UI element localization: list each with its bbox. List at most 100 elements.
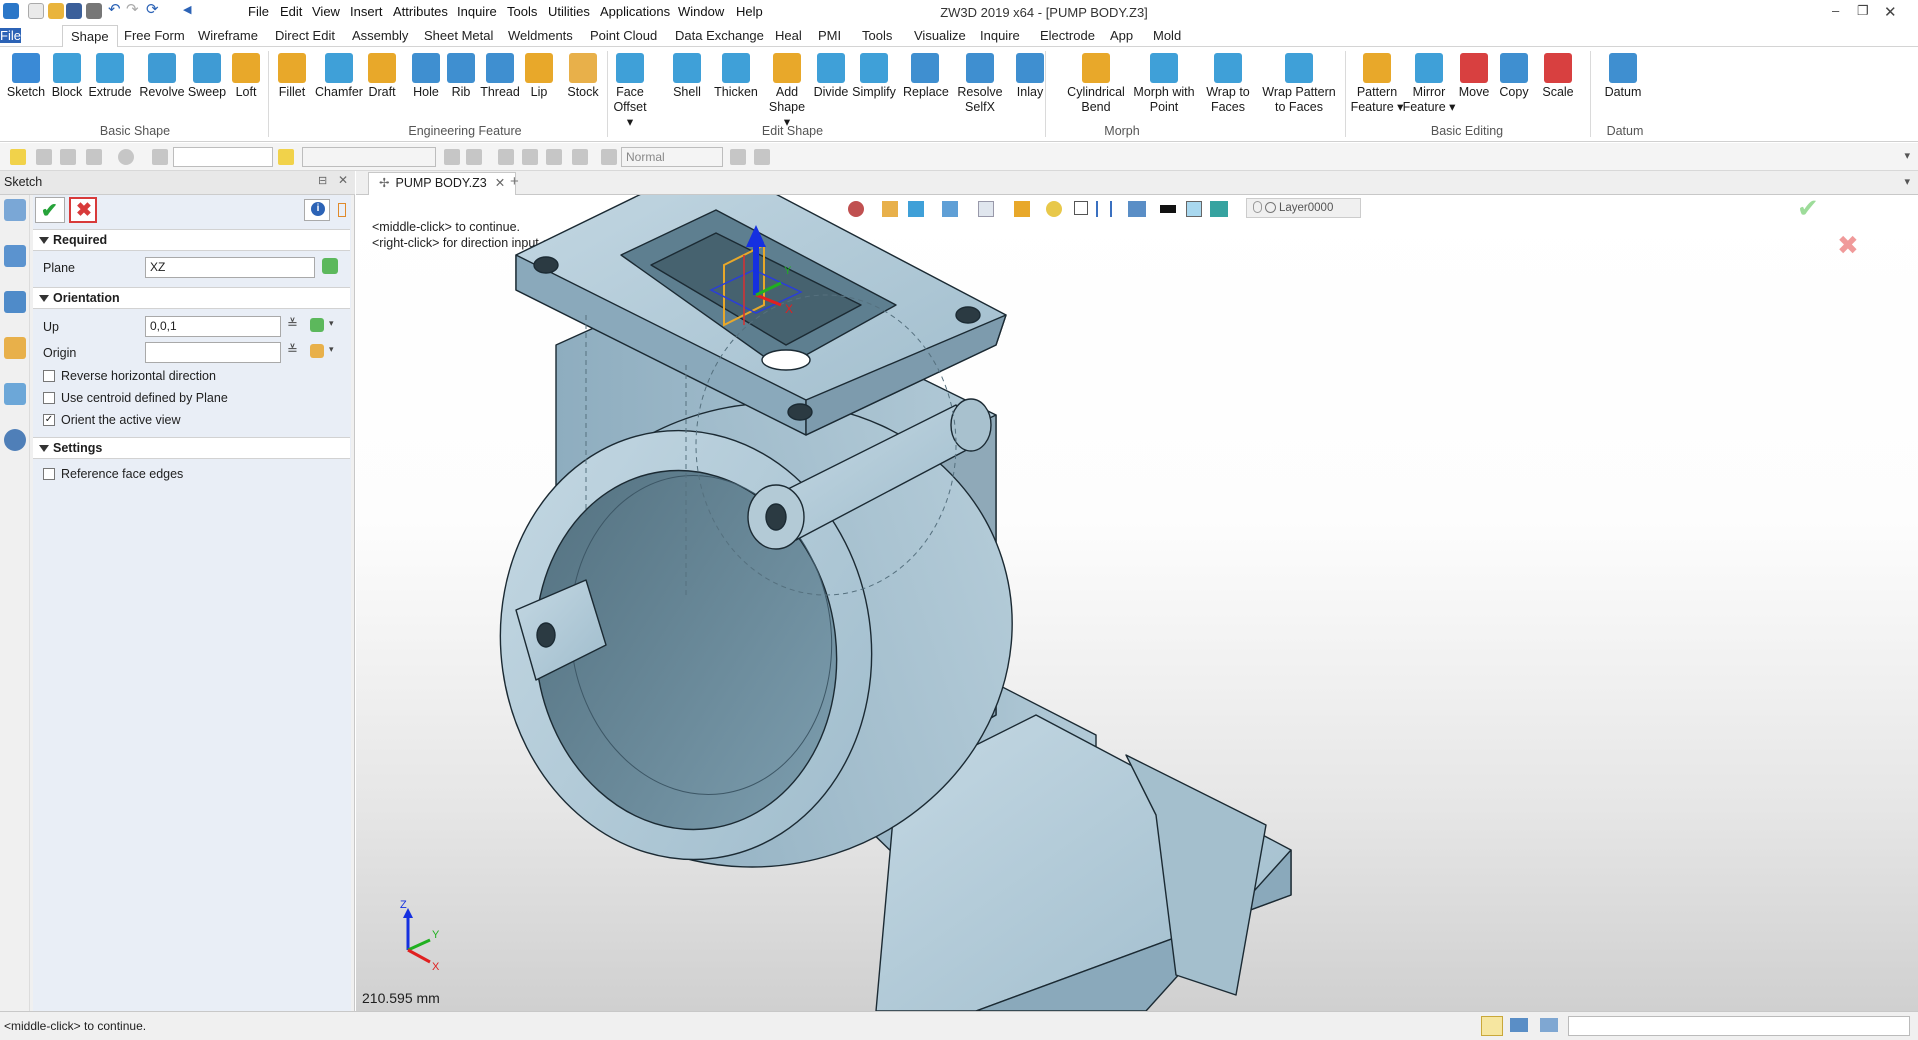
- sweep-button[interactable]: Sweep: [186, 53, 228, 100]
- pick-combo[interactable]: [302, 147, 436, 167]
- pin-icon[interactable]: [572, 149, 588, 165]
- snap2-icon[interactable]: [466, 149, 482, 165]
- up-expand-icon[interactable]: ≚: [287, 316, 298, 332]
- tab-pmi[interactable]: PMI: [818, 28, 841, 43]
- datum-button[interactable]: Datum: [1598, 53, 1648, 100]
- view-manager-icon[interactable]: [4, 383, 26, 405]
- cancel-button[interactable]: ✖: [69, 197, 97, 223]
- info-button[interactable]: i: [304, 199, 330, 221]
- wrap-pattern-button[interactable]: Wrap Pattern to Faces: [1262, 53, 1336, 115]
- tab-data-exchange[interactable]: Data Exchange: [675, 28, 764, 43]
- cursor-icon[interactable]: [730, 149, 746, 165]
- thicken-button[interactable]: Thicken: [712, 53, 760, 100]
- wrap-faces-button[interactable]: Wrap to Faces: [1203, 53, 1253, 115]
- plane-field[interactable]: XZ: [145, 257, 315, 278]
- add-shape-button[interactable]: Add Shape ▾: [768, 53, 806, 130]
- lip-button[interactable]: Lip: [524, 53, 554, 100]
- new-tab-icon[interactable]: +: [510, 173, 519, 190]
- origin-pick-icon[interactable]: [310, 344, 324, 358]
- section-required[interactable]: Required: [33, 229, 350, 251]
- chamfer-button[interactable]: Chamfer: [312, 53, 366, 100]
- accept-button[interactable]: ✔: [35, 197, 65, 223]
- 3d-viewport[interactable]: <middle-click> to continue. <right-click…: [356, 193, 1918, 1011]
- tab-file[interactable]: File: [0, 28, 21, 43]
- fillet-button[interactable]: Fillet: [274, 53, 310, 100]
- section-settings[interactable]: Settings: [33, 437, 350, 459]
- tab-wireframe[interactable]: Wireframe: [198, 28, 258, 43]
- draft-button[interactable]: Draft: [364, 53, 400, 100]
- tab-electrode[interactable]: Electrode: [1040, 28, 1095, 43]
- smart-pick-icon[interactable]: [278, 149, 294, 165]
- copy-button[interactable]: Copy: [1496, 53, 1532, 100]
- user-icon[interactable]: [4, 429, 26, 451]
- origin-expand-icon[interactable]: ≚: [287, 342, 298, 358]
- tab-inquire[interactable]: Inquire: [980, 28, 1020, 43]
- shell-button[interactable]: Shell: [669, 53, 705, 100]
- cylindrical-bend-button[interactable]: Cylindrical Bend: [1060, 53, 1132, 115]
- pick-plus-icon[interactable]: [36, 149, 52, 165]
- tab-heal[interactable]: Heal: [775, 28, 802, 43]
- snap-icon[interactable]: [444, 149, 460, 165]
- rib-button[interactable]: Rib: [444, 53, 478, 100]
- lasso-icon[interactable]: [118, 149, 134, 165]
- snap-mode-icon[interactable]: [1481, 1016, 1503, 1036]
- up-pick-icon[interactable]: [310, 318, 324, 332]
- simplify-button[interactable]: Simplify: [851, 53, 897, 100]
- face-offset-button[interactable]: Face Offset ▾: [610, 53, 650, 130]
- up-field[interactable]: 0,0,1: [145, 316, 281, 337]
- tab-shape[interactable]: Shape: [62, 25, 118, 48]
- part-icon[interactable]: [4, 337, 26, 359]
- section-orientation[interactable]: Orientation: [33, 287, 350, 309]
- pick-minus-icon[interactable]: [60, 149, 76, 165]
- tab-mold[interactable]: Mold: [1153, 28, 1181, 43]
- divide-button[interactable]: Divide: [812, 53, 850, 100]
- tab-assembly[interactable]: Assembly: [352, 28, 408, 43]
- document-tab[interactable]: ✢ PUMP BODY.Z3 ✕: [368, 172, 517, 195]
- replace-button[interactable]: Replace: [903, 53, 949, 100]
- move-button[interactable]: Move: [1456, 53, 1492, 100]
- assembly-tree-icon[interactable]: [4, 291, 26, 313]
- filter-level-combo[interactable]: Normal: [621, 147, 723, 167]
- origin-dropdown-icon[interactable]: ▾: [329, 344, 334, 355]
- settings-cursor-icon[interactable]: [754, 149, 770, 165]
- reverse-horizontal-checkbox[interactable]: [43, 370, 55, 382]
- tab-direct-edit[interactable]: Direct Edit: [275, 28, 335, 43]
- window-layout-icon[interactable]: [1540, 1018, 1558, 1032]
- restore-icon[interactable]: ❐: [1857, 3, 1869, 19]
- origin-field[interactable]: [145, 342, 281, 363]
- thread-button[interactable]: Thread: [478, 53, 522, 100]
- extrude-button[interactable]: Extrude: [86, 53, 134, 100]
- command-input[interactable]: [1568, 1016, 1910, 1036]
- reference-face-edges-checkbox[interactable]: [43, 468, 55, 480]
- sketch-mode-icon[interactable]: [4, 199, 26, 221]
- minimize-icon[interactable]: –: [1832, 3, 1839, 18]
- up-dropdown-icon[interactable]: ▾: [329, 318, 334, 329]
- tab-sheet-metal[interactable]: Sheet Metal: [424, 28, 493, 43]
- panel-close-icon[interactable]: ✕: [338, 173, 348, 187]
- select-arrow-icon[interactable]: [10, 149, 26, 165]
- tab-visualize[interactable]: Visualize: [914, 28, 966, 43]
- mirror-feature-button[interactable]: Mirror Feature ▾: [1402, 53, 1456, 115]
- orient-view-checkbox[interactable]: ✓: [43, 414, 55, 426]
- sketch-button[interactable]: Sketch: [6, 53, 46, 100]
- panel-expand-icon[interactable]: [338, 203, 346, 217]
- morph-point-button[interactable]: Morph with Point: [1130, 53, 1198, 115]
- panel-pin-icon[interactable]: ⊟: [318, 174, 327, 187]
- resolve-selfx-button[interactable]: Resolve SelfX: [957, 53, 1003, 115]
- stock-button[interactable]: Stock: [564, 53, 602, 100]
- tab-app[interactable]: App: [1110, 28, 1133, 43]
- filter-combo[interactable]: [173, 147, 273, 167]
- ribbon-collapse-icon[interactable]: ▾: [1904, 149, 1910, 162]
- close-window-icon[interactable]: ✕: [1884, 3, 1897, 21]
- loft-button[interactable]: Loft: [228, 53, 264, 100]
- plane-pick-icon[interactable]: [322, 258, 338, 274]
- monitor-icon[interactable]: [1510, 1018, 1528, 1032]
- filter-icon[interactable]: [152, 149, 168, 165]
- revolve-button[interactable]: Revolve: [138, 53, 186, 100]
- align-icon[interactable]: [498, 149, 514, 165]
- scale-button[interactable]: Scale: [1540, 53, 1576, 100]
- align2-icon[interactable]: [522, 149, 538, 165]
- use-centroid-checkbox[interactable]: [43, 392, 55, 404]
- pick-filter-icon[interactable]: [86, 149, 102, 165]
- pattern-feature-button[interactable]: Pattern Feature ▾: [1350, 53, 1404, 115]
